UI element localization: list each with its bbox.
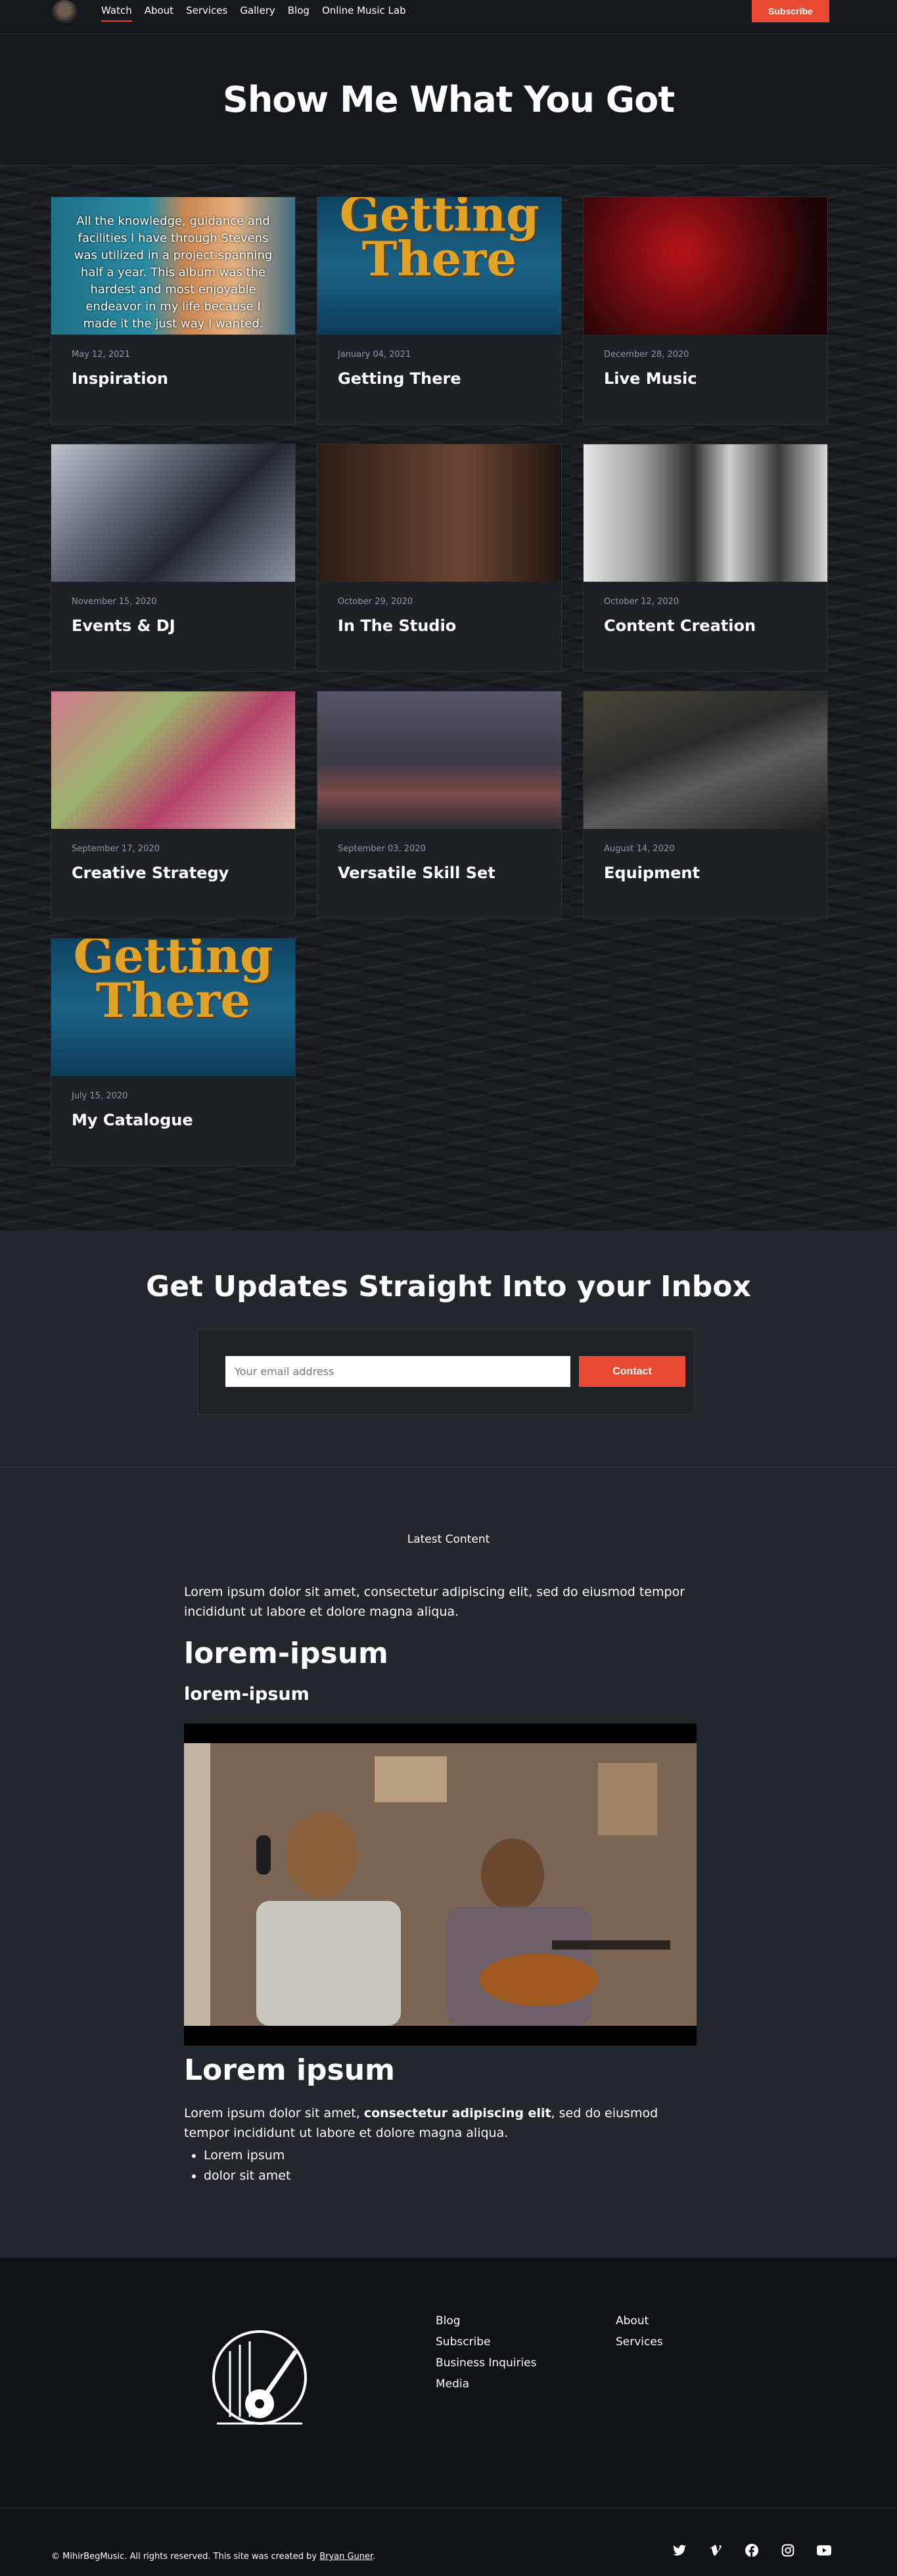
card-thumbnail[interactable]	[317, 444, 561, 582]
card-thumbnail[interactable]: All the knowledge, guidance and faciliti…	[51, 197, 295, 335]
facebook-icon[interactable]	[745, 2543, 759, 2558]
footer-link-about[interactable]: About	[616, 2310, 663, 2331]
card-my-catalogue[interactable]: Getting There July 15, 2020 My Catalogue	[51, 938, 296, 1166]
list-item: Lorem ipsum	[204, 2145, 290, 2166]
album-art-text: Getting There	[73, 939, 273, 1028]
nav-blog[interactable]: Blog	[288, 5, 310, 22]
body-paragraph: Lorem ipsum dolor sit amet, consectetur …	[184, 2103, 703, 2143]
card-equipment[interactable]: August 14, 2020 Equipment	[583, 691, 828, 919]
card-title[interactable]: My Catalogue	[72, 1111, 193, 1129]
page-title: Show Me What You Got	[222, 79, 675, 120]
vimeo-icon[interactable]	[708, 2543, 723, 2558]
copyright-label: © MihirBegMusic. All rights reserved. Th…	[51, 2552, 320, 2562]
instagram-icon[interactable]	[781, 2543, 795, 2558]
footer: Blog Subscribe Business Inquiries Media …	[0, 2257, 897, 2520]
video-player[interactable]	[184, 1723, 697, 2046]
card-title[interactable]: Inspiration	[72, 369, 168, 388]
newsletter-title: Get Updates Straight Into your Inbox	[146, 1270, 751, 1303]
card-date: December 28, 2020	[604, 350, 689, 360]
card-thumbnail[interactable]	[51, 691, 295, 829]
list-item: dolor sit amet	[204, 2166, 290, 2186]
footer-link-blog[interactable]: Blog	[436, 2310, 536, 2331]
card-title[interactable]: Equipment	[604, 864, 700, 882]
subscribe-button[interactable]: Subscribe	[752, 0, 829, 22]
footer-links-col1: Blog Subscribe Business Inquiries Media	[436, 2310, 536, 2395]
card-overlay-text: All the knowledge, guidance and faciliti…	[74, 214, 273, 331]
card-getting-there[interactable]: Getting There January 04, 2021 Getting T…	[317, 197, 562, 425]
card-events-dj[interactable]: November 15, 2020 Events & DJ	[51, 444, 296, 672]
footer-link-services[interactable]: Services	[616, 2331, 663, 2353]
site-logo[interactable]	[51, 0, 78, 25]
latest-content-section: Latest Content Lorem ipsum dolor sit ame…	[0, 1467, 897, 2257]
video-still	[184, 1743, 697, 2026]
card-date: January 04, 2021	[338, 350, 411, 360]
card-title[interactable]: Events & DJ	[72, 617, 175, 635]
paragraph-text: Lorem ipsum dolor sit amet,	[184, 2106, 364, 2120]
nav-online-music-lab[interactable]: Online Music Lab	[322, 5, 406, 22]
card-thumbnail[interactable]	[317, 691, 561, 829]
copyright-text: © MihirBegMusic. All rights reserved. Th…	[51, 2552, 375, 2562]
album-art-text: Getting There	[339, 197, 540, 287]
footer-logo-icon[interactable]	[204, 2325, 315, 2437]
card-grid: All the knowledge, guidance and faciliti…	[0, 166, 897, 1230]
contact-button[interactable]: Contact	[579, 1356, 685, 1387]
social-links	[672, 2543, 831, 2558]
card-live-music[interactable]: December 28, 2020 Live Music	[583, 197, 828, 425]
card-title[interactable]: Getting There	[338, 369, 461, 388]
bullet-list: Lorem ipsum dolor sit amet	[204, 2145, 290, 2186]
card-thumbnail[interactable]	[584, 444, 827, 582]
latest-content-heading: Latest Content	[407, 1533, 490, 1546]
footer-link-media[interactable]: Media	[436, 2374, 536, 2395]
card-content-creation[interactable]: October 12, 2020 Content Creation	[583, 444, 828, 672]
main-menu: Watch About Services Gallery Blog Online…	[101, 5, 406, 22]
card-in-the-studio[interactable]: October 29, 2020 In The Studio	[317, 444, 562, 672]
card-thumbnail[interactable]	[584, 197, 827, 335]
content-heading-2: lorem-ipsum	[184, 1684, 310, 1704]
footer-link-subscribe[interactable]: Subscribe	[436, 2331, 536, 2353]
card-date: September 17, 2020	[72, 844, 160, 854]
content-heading-1: lorem-ipsum	[184, 1637, 388, 1670]
nav-gallery[interactable]: Gallery	[240, 5, 275, 22]
card-thumbnail[interactable]: Getting There	[317, 197, 561, 335]
card-title[interactable]: In The Studio	[338, 617, 456, 635]
newsletter-section: Get Updates Straight Into your Inbox Con…	[0, 1230, 897, 1467]
paragraph-bold-text: consectetur adipiscing elit	[363, 2106, 551, 2120]
youtube-icon[interactable]	[817, 2543, 831, 2558]
nav-about[interactable]: About	[145, 5, 173, 22]
card-creative-strategy[interactable]: September 17, 2020 Creative Strategy	[51, 691, 296, 919]
top-nav: Watch About Services Gallery Blog Online…	[0, 0, 897, 34]
card-inspiration[interactable]: All the knowledge, guidance and faciliti…	[51, 197, 296, 425]
card-thumbnail[interactable]	[584, 691, 827, 829]
card-date: November 15, 2020	[72, 597, 157, 607]
card-title[interactable]: Creative Strategy	[72, 864, 229, 882]
card-title[interactable]: Versatile Skill Set	[338, 864, 495, 882]
card-date: October 12, 2020	[604, 597, 679, 607]
card-date: May 12, 2021	[72, 350, 130, 360]
card-date: July 15, 2020	[72, 1091, 128, 1101]
card-thumbnail[interactable]: Getting There	[51, 939, 295, 1076]
newsletter-form: Contact	[197, 1329, 695, 1415]
twitter-icon[interactable]	[672, 2543, 687, 2558]
card-title[interactable]: Live Music	[604, 369, 697, 388]
card-versatile-skill-set[interactable]: September 03, 2020 Versatile Skill Set	[317, 691, 562, 919]
content-heading-3: Lorem ipsum	[184, 2053, 395, 2087]
footer-links-col2: About Services	[616, 2310, 663, 2353]
creator-link[interactable]: Bryan Guner	[319, 2552, 373, 2562]
email-field[interactable]	[225, 1356, 570, 1387]
nav-services[interactable]: Services	[186, 5, 227, 22]
card-title[interactable]: Content Creation	[604, 617, 756, 635]
card-date: October 29, 2020	[338, 597, 413, 607]
card-date: September 03, 2020	[338, 844, 426, 854]
nav-watch[interactable]: Watch	[101, 5, 132, 22]
hero: Show Me What You Got	[0, 34, 897, 166]
card-thumbnail[interactable]	[51, 444, 295, 582]
copyright-period: .	[373, 2552, 376, 2562]
card-date: August 14, 2020	[604, 844, 675, 854]
footer-link-business-inquiries[interactable]: Business Inquiries	[436, 2353, 536, 2374]
intro-paragraph: Lorem ipsum dolor sit amet, consectetur …	[184, 1585, 685, 1619]
video-frame[interactable]	[184, 1743, 697, 2026]
